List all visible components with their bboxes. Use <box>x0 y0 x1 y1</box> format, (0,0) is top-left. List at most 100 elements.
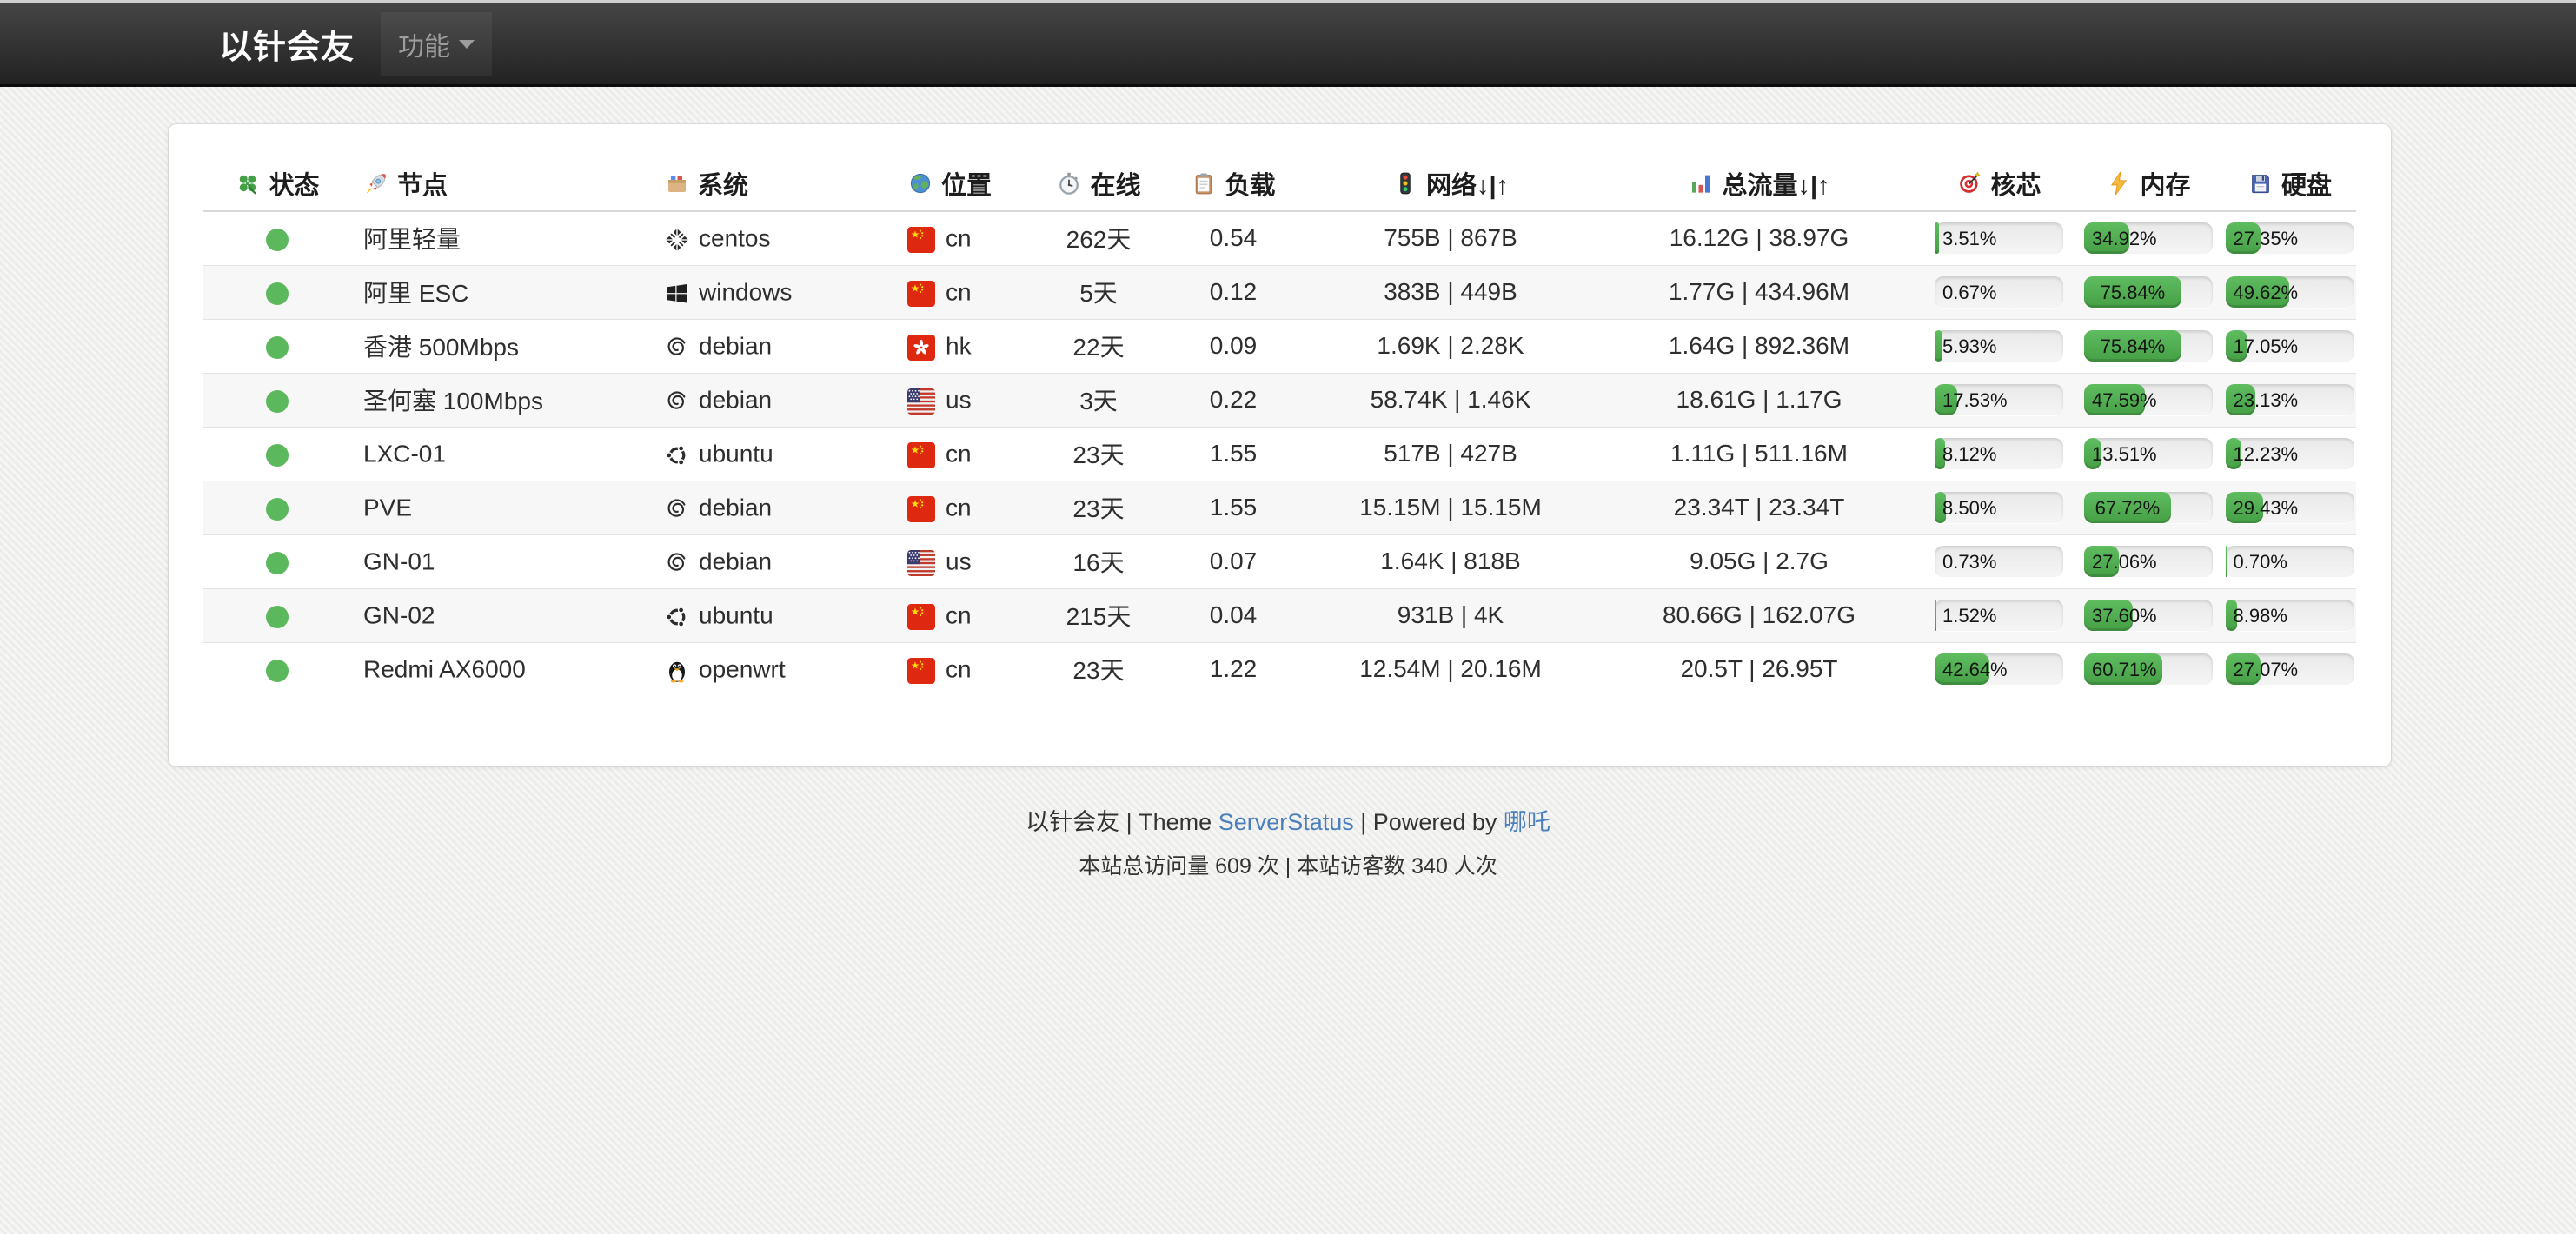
server-row[interactable]: 阿里轻量centoscn262天0.54755B | 867B16.12G | … <box>203 211 2356 265</box>
location-cell: us <box>890 534 1038 588</box>
navbar: 以针会友 功能 <box>0 3 2576 87</box>
server-row[interactable]: 香港 500Mbpsdebianhk22天0.091.69K | 2.28K1.… <box>203 319 2356 373</box>
load-value: 0.22 <box>1210 386 1258 413</box>
server-row[interactable]: Redmi AX6000openwrtcn23天1.2212.54M | 20.… <box>203 642 2356 696</box>
country-code: cn <box>946 225 972 252</box>
ram-progressbar: 13.51% <box>2084 438 2213 469</box>
column-header-label: 硬盘 <box>2281 172 2332 200</box>
debian-icon <box>664 332 690 361</box>
column-header-label: 位置 <box>941 172 992 200</box>
load-cell: 0.54 <box>1159 211 1307 265</box>
ram-cell: 75.84% <box>2074 265 2223 319</box>
cpu-progressbar: 1.52% <box>1935 600 2063 631</box>
debian-icon <box>664 547 690 576</box>
location-cell: us <box>890 373 1038 427</box>
ram-cell: 75.84% <box>2074 319 2223 373</box>
node-name: PVE <box>363 494 412 521</box>
node-name: LXC-01 <box>363 441 446 468</box>
server-row[interactable]: PVEdebiancn23天1.5515.15M | 15.15M23.34T … <box>203 481 2356 534</box>
location-cell: cn <box>890 427 1038 481</box>
os-name: ubuntu <box>699 441 773 468</box>
server-row[interactable]: GN-02ubuntucn215天0.04931B | 4K80.66G | 1… <box>203 588 2356 642</box>
disk-progressbar: 27.07% <box>2226 653 2354 685</box>
disk-cell: 23.13% <box>2223 373 2356 427</box>
disk-percent-label: 0.70% <box>2234 546 2287 578</box>
ram-percent-label: 13.51% <box>2092 438 2157 470</box>
floppy-icon <box>2247 169 2274 197</box>
traffic-cell: 20.5T | 26.95T <box>1594 642 1924 696</box>
load-cell: 1.22 <box>1159 642 1307 696</box>
uptime-cell: 16天 <box>1038 534 1159 588</box>
us-flag-icon <box>907 386 935 415</box>
server-row[interactable]: 阿里 ESCwindowscn5天0.12383B | 449B1.77G | … <box>203 265 2356 319</box>
uptime-value: 22天 <box>1072 334 1124 361</box>
serverstatus-theme-link[interactable]: ServerStatus <box>1218 809 1354 835</box>
ram-progressbar: 60.71% <box>2084 653 2213 685</box>
column-header-label: 在线 <box>1090 172 1140 200</box>
column-header-label: 状态 <box>269 172 319 200</box>
footer-site-name: 以针会友 <box>1026 809 1119 835</box>
traffic-cell: 9.05G | 2.7G <box>1594 534 1924 588</box>
server-row[interactable]: GN-01debianus16天0.071.64K | 818B9.05G | … <box>203 534 2356 588</box>
server-row[interactable]: 圣何塞 100Mbpsdebianus3天0.2258.74K | 1.46K1… <box>203 373 2356 427</box>
nezha-link[interactable]: 哪吒 <box>1504 809 1550 835</box>
node-name: GN-01 <box>363 548 435 575</box>
network-cell: 383B | 449B <box>1307 265 1594 319</box>
uptime-value: 215天 <box>1066 603 1132 630</box>
os-name: debian <box>699 494 772 521</box>
features-menu-button[interactable]: 功能 <box>381 12 492 76</box>
node-name: GN-02 <box>363 602 435 629</box>
network-cell: 15.15M | 15.15M <box>1307 481 1594 534</box>
network-value: 12.54M | 20.16M <box>1359 655 1542 682</box>
ram-cell: 13.51% <box>2074 427 2223 481</box>
status-cell <box>203 211 351 265</box>
os-name: centos <box>699 225 771 252</box>
status-cell <box>203 481 351 534</box>
cpu-progressbar: 17.53% <box>1935 384 2063 415</box>
column-header-label: 总流量↓|↑ <box>1722 172 1829 200</box>
traffic-value: 1.11G | 511.16M <box>1670 440 1848 467</box>
load-value: 0.12 <box>1210 278 1258 305</box>
status-cell <box>203 319 351 373</box>
load-value: 1.55 <box>1210 494 1258 521</box>
server-status-card: 状态节点系统位置在线负载网络↓|↑总流量↓|↑核芯内存硬盘 阿里轻量centos… <box>168 123 2392 767</box>
brand-link[interactable]: 以针会友 <box>219 20 355 68</box>
ram-cell: 34.92% <box>2074 211 2223 265</box>
load-value: 0.04 <box>1210 601 1258 628</box>
ram-progressbar: 75.84% <box>2084 276 2213 308</box>
uptime-value: 16天 <box>1072 549 1124 576</box>
country-code: cn <box>946 602 972 629</box>
online-status-dot <box>266 606 289 628</box>
cpu-cell: 8.50% <box>1924 481 2074 534</box>
cpu-progressbar: 0.67% <box>1935 276 2063 308</box>
load-value: 0.07 <box>1210 547 1258 574</box>
status-cell <box>203 265 351 319</box>
ram-percent-label: 37.60% <box>2092 600 2157 632</box>
uptime-cell: 23天 <box>1038 427 1159 481</box>
load-cell: 0.12 <box>1159 265 1307 319</box>
us-flag-icon <box>907 547 935 576</box>
country-code: us <box>946 387 972 414</box>
system-cell: ubuntu <box>647 427 890 481</box>
system-cell: debian <box>647 481 890 534</box>
system-cell: debian <box>647 373 890 427</box>
footer-separator: | Powered by <box>1360 809 1497 835</box>
traffic-cell: 1.77G | 434.96M <box>1594 265 1924 319</box>
column-header-cpu: 核芯 <box>1924 156 2074 211</box>
traffic-cell: 18.61G | 1.17G <box>1594 373 1924 427</box>
bar-chart-icon <box>1688 169 1714 197</box>
server-row[interactable]: LXC-01ubuntucn23天1.55517B | 427B1.11G | … <box>203 427 2356 481</box>
cpu-percent-label: 17.53% <box>1942 384 2008 416</box>
network-value: 1.69K | 2.28K <box>1377 332 1524 359</box>
node-cell: 圣何塞 100Mbps <box>351 373 647 427</box>
disk-cell: 8.98% <box>2223 588 2356 642</box>
column-header-node: 节点 <box>351 156 647 211</box>
cpu-progressbar: 8.12% <box>1935 438 2063 469</box>
cpu-percent-label: 5.93% <box>1942 330 1996 362</box>
ubuntu-icon <box>664 601 690 630</box>
node-name: 阿里轻量 <box>363 226 461 253</box>
node-name: 香港 500Mbps <box>363 334 519 361</box>
ram-percent-label: 34.92% <box>2092 222 2157 255</box>
disk-cell: 49.62% <box>2223 265 2356 319</box>
column-header-label: 系统 <box>698 172 748 200</box>
